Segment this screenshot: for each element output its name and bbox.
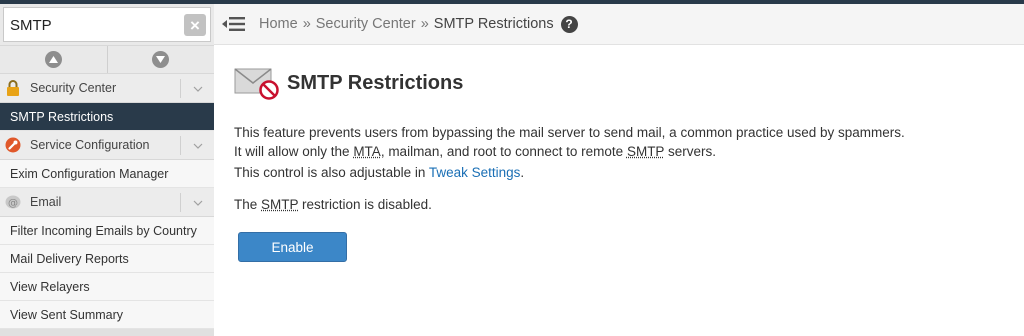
wrench-icon <box>5 137 21 153</box>
abbr-mta: MTA <box>353 144 381 159</box>
help-icon[interactable]: ? <box>561 16 578 33</box>
tweak-settings-link[interactable]: Tweak Settings <box>429 165 521 180</box>
nav-item-view-sent-summary[interactable]: View Sent Summary <box>0 301 214 329</box>
tweak-settings-note: This control is also adjustable in Tweak… <box>234 165 524 180</box>
breadcrumb-home[interactable]: Home <box>259 16 298 32</box>
chevron-down-icon[interactable] <box>180 193 214 212</box>
text-fragment: , mailman, and root to connect to remote <box>381 144 627 159</box>
description-line-1: This feature prevents users from bypassi… <box>234 123 905 142</box>
sidebar-nav: Security Center SMTP Restrictions Servic… <box>0 74 214 336</box>
breadcrumb-separator: » <box>303 16 311 32</box>
enable-button[interactable]: Enable <box>238 232 347 262</box>
arrow-up-icon <box>45 51 62 68</box>
nav-group-security-center[interactable]: Security Center <box>0 74 214 103</box>
page-description: This feature prevents users from bypassi… <box>234 123 905 161</box>
clear-search-icon[interactable]: × <box>184 14 206 36</box>
breadcrumb-security-center[interactable]: Security Center <box>316 16 416 32</box>
text-fragment: It will allow only the <box>234 144 353 159</box>
lock-icon <box>5 80 21 96</box>
text-fragment: This control is also adjustable in <box>234 165 429 180</box>
page-title: SMTP Restrictions <box>287 72 463 95</box>
nav-group-email[interactable]: @ Email <box>0 188 214 217</box>
nav-group-service-configuration[interactable]: Service Configuration <box>0 131 214 160</box>
arrow-down-icon <box>152 51 169 68</box>
main-content: SMTP Restrictions This feature prevents … <box>214 45 1024 336</box>
sidebar: × Security Center <box>0 4 214 336</box>
breadcrumb-bar: Home » Security Center » SMTP Restrictio… <box>214 4 1024 45</box>
nav-group-next <box>0 329 214 336</box>
nav-item-view-relayers[interactable]: View Relayers <box>0 273 214 301</box>
nav-item-filter-incoming-emails[interactable]: Filter Incoming Emails by Country <box>0 217 214 245</box>
breadcrumb-separator: » <box>421 16 429 32</box>
text-fragment: . <box>520 165 524 180</box>
search-box: × <box>3 7 211 42</box>
nav-item-mail-delivery-reports[interactable]: Mail Delivery Reports <box>0 245 214 273</box>
menu-toggle-icon[interactable] <box>222 13 246 35</box>
text-fragment: restriction is disabled. <box>298 197 432 212</box>
scroll-up-button[interactable] <box>0 46 107 73</box>
sidebar-scroll-controls <box>0 45 214 74</box>
restriction-status: The SMTP restriction is disabled. <box>234 197 432 212</box>
text-fragment: servers. <box>664 144 716 159</box>
text-fragment: The <box>234 197 261 212</box>
scroll-down-button[interactable] <box>107 46 215 73</box>
abbr-smtp: SMTP <box>261 197 298 212</box>
email-icon: @ <box>5 194 21 210</box>
nav-item-smtp-restrictions[interactable]: SMTP Restrictions <box>0 103 214 131</box>
svg-text:@: @ <box>8 198 18 209</box>
chevron-down-icon[interactable] <box>180 79 214 98</box>
nav-item-exim-configuration-manager[interactable]: Exim Configuration Manager <box>0 160 214 188</box>
sidebar-search: × <box>0 4 214 45</box>
breadcrumb: Home » Security Center » SMTP Restrictio… <box>259 16 578 33</box>
breadcrumb-current: SMTP Restrictions <box>434 16 554 32</box>
description-line-2: It will allow only the MTA, mailman, and… <box>234 142 905 161</box>
smtp-restricted-mail-icon <box>234 66 280 100</box>
page-header: SMTP Restrictions <box>234 66 463 100</box>
search-input[interactable] <box>10 13 180 37</box>
abbr-smtp: SMTP <box>627 144 664 159</box>
chevron-down-icon[interactable] <box>180 136 214 155</box>
